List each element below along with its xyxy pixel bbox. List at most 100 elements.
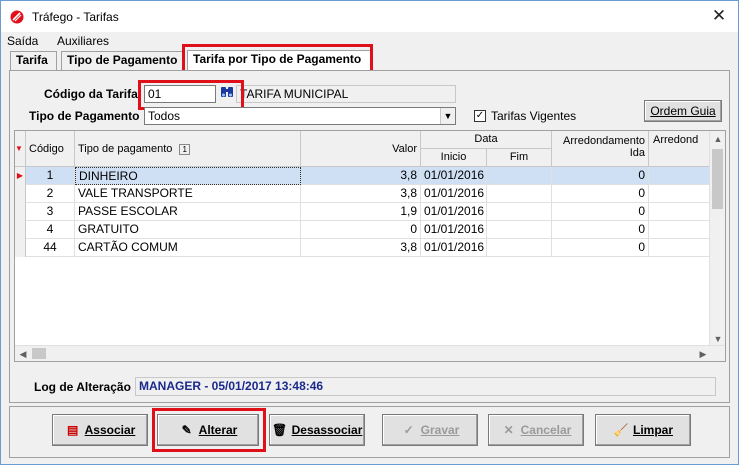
alterar-label: Alterar	[198, 423, 238, 437]
col-codigo[interactable]: Código	[26, 131, 75, 167]
scroll-left-icon[interactable]: ◀	[15, 346, 31, 361]
cell-codigo: 44	[26, 239, 75, 257]
cell-codigo: 3	[26, 203, 75, 221]
codigo-field[interactable]	[144, 85, 216, 103]
cancelar-button[interactable]: ✕ Cancelar	[488, 414, 584, 446]
col-arred-volta[interactable]: Arredond	[649, 131, 711, 167]
alterar-button[interactable]: ✎ Alterar	[157, 414, 259, 446]
tab-tipo-pagamento[interactable]: Tipo de Pagamento	[61, 51, 185, 70]
cell-tipo: DINHEIRO	[75, 167, 301, 185]
limpar-button[interactable]: 🧹 Limpar	[595, 414, 691, 446]
cell-valor: 1,9	[301, 203, 421, 221]
tab-tarifa[interactable]: Tarifa	[10, 51, 57, 70]
cancelar-label: Cancelar	[520, 423, 572, 437]
edit-icon: ✎	[181, 423, 192, 437]
vertical-scrollbar[interactable]: ▲ ▼	[709, 131, 725, 347]
col-fim[interactable]: Fim	[487, 149, 552, 167]
log-value: MANAGER - 05/01/2017 13:48:46	[135, 377, 716, 396]
codigo-label: Código da Tarifa	[44, 87, 138, 101]
limpar-label: Limpar	[632, 423, 673, 437]
close-button[interactable]: ✕	[710, 7, 728, 25]
horizontal-scrollbar[interactable]: ◀ ▶	[15, 345, 725, 361]
cell-valor: 3,8	[301, 185, 421, 203]
cell-fim	[487, 167, 552, 185]
tarifa-description: TARIFA MUNICIPAL	[236, 85, 456, 103]
cell-tipo: VALE TRANSPORTE	[75, 185, 301, 203]
col-tipo-label: Tipo de pagamento	[78, 143, 173, 155]
chevron-down-icon[interactable]: ▼	[440, 108, 455, 124]
sort-arrow-icon: ▼	[15, 144, 23, 153]
cell-arred: 0	[552, 221, 649, 239]
cell-valor: 3,8	[301, 239, 421, 257]
grid-corner: ▼	[15, 131, 26, 167]
menu-auxiliares[interactable]: Auxiliares	[57, 34, 109, 48]
scroll-up-icon[interactable]: ▲	[710, 131, 725, 147]
col-tipo[interactable]: Tipo de pagamento 1	[75, 131, 301, 167]
col-arred-ida[interactable]: Arredondamento Ida	[552, 131, 649, 167]
vigentes-label: Tarifas Vigentes	[491, 109, 577, 123]
menu-bar: Saída Auxiliares	[1, 32, 738, 49]
cell-fim	[487, 221, 552, 239]
add-icon: ▤	[66, 423, 79, 437]
ordem-guia-button[interactable]: Ordem Guia	[644, 100, 722, 122]
col-inicio[interactable]: Inicio	[421, 149, 487, 167]
table-row[interactable]: 4 GRATUITO 0 01/01/2016 0	[15, 221, 711, 239]
menu-saida[interactable]: Saída	[7, 34, 38, 48]
tarifas-grid: ▼ Código Tipo de pagamento 1 Valor Data …	[14, 130, 726, 362]
cell-tipo: PASSE ESCOLAR	[75, 203, 301, 221]
table-row[interactable]: ▶ 1 DINHEIRO 3,8 01/01/2016 0	[15, 167, 711, 185]
broom-icon: 🧹	[613, 423, 629, 437]
cell-valor: 3,8	[301, 167, 421, 185]
tab-tarifa-por-tipo[interactable]: Tarifa por Tipo de Pagamento	[187, 50, 371, 71]
cell-inicio: 01/01/2016	[421, 167, 487, 185]
col-valor[interactable]: Valor	[301, 131, 421, 167]
scroll-thumb-h[interactable]	[32, 348, 46, 359]
trash-icon: 🗑	[272, 423, 288, 437]
gravar-button[interactable]: ✓ Gravar	[382, 414, 478, 446]
cell-codigo: 1	[26, 167, 75, 185]
cell-fim	[487, 185, 552, 203]
scroll-right-icon[interactable]: ▶	[695, 346, 711, 361]
vigentes-checkbox[interactable]: ✓	[474, 110, 486, 122]
tipo-pagamento-select[interactable]: Todos ▼	[144, 107, 456, 125]
sort-badge: 1	[179, 144, 190, 155]
binoculars-icon[interactable]	[218, 85, 236, 103]
cell-tipo: GRATUITO	[75, 221, 301, 239]
associar-label: Associar	[84, 423, 136, 437]
tipo-selected: Todos	[148, 109, 181, 123]
col-data: Data	[421, 131, 552, 149]
row-indicator	[15, 221, 26, 239]
associar-button[interactable]: ▤ Associar	[52, 414, 148, 446]
cell-fim	[487, 239, 552, 257]
desassociar-label: Desassociar	[291, 423, 363, 437]
cancel-icon: ✕	[503, 423, 514, 437]
cell-valor: 0	[301, 221, 421, 239]
desassociar-button[interactable]: 🗑 Desassociar	[269, 414, 365, 446]
table-row[interactable]: 44 CARTÃO COMUM 3,8 01/01/2016 0	[15, 239, 711, 257]
gravar-label: Gravar	[420, 423, 460, 437]
cell-tipo: CARTÃO COMUM	[75, 239, 301, 257]
table-row[interactable]: 3 PASSE ESCOLAR 1,9 01/01/2016 0	[15, 203, 711, 221]
tab-panel: Código da Tarifa TARIFA MUNICIPAL Tipo d…	[9, 70, 730, 403]
row-indicator	[15, 185, 26, 203]
cell-arred: 0	[552, 203, 649, 221]
title-bar: Tráfego - Tarifas ✕	[1, 1, 738, 32]
cell-inicio: 01/01/2016	[421, 185, 487, 203]
cell-inicio: 01/01/2016	[421, 203, 487, 221]
row-indicator	[15, 203, 26, 221]
cell-inicio: 01/01/2016	[421, 239, 487, 257]
cell-fim	[487, 203, 552, 221]
cell-inicio: 01/01/2016	[421, 221, 487, 239]
row-indicator	[15, 239, 26, 257]
table-row[interactable]: 2 VALE TRANSPORTE 3,8 01/01/2016 0	[15, 185, 711, 203]
cell-arred: 0	[552, 185, 649, 203]
cell-codigo: 2	[26, 185, 75, 203]
cell-arred: 0	[552, 239, 649, 257]
tipo-label: Tipo de Pagamento	[29, 109, 140, 123]
window-title: Tráfego - Tarifas	[32, 10, 119, 24]
cell-arred: 0	[552, 167, 649, 185]
window: Tráfego - Tarifas ✕ Saída Auxiliares Tar…	[0, 0, 739, 465]
scroll-thumb[interactable]	[712, 149, 723, 209]
cell-codigo: 4	[26, 221, 75, 239]
log-label: Log de Alteração	[34, 380, 131, 394]
